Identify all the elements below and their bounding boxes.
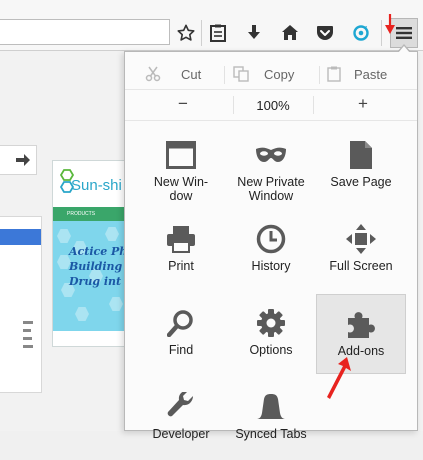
paste-button[interactable]: Paste bbox=[321, 60, 417, 88]
tile-banner: Actice Ph Building Drug int bbox=[53, 221, 133, 331]
banner-line-2: Building bbox=[69, 260, 123, 273]
full-screen-button[interactable]: Full Screen bbox=[317, 214, 405, 292]
find-magnifier-icon bbox=[167, 310, 193, 337]
synced-tabs-button[interactable]: Synced Tabs bbox=[227, 382, 315, 460]
options-label: Options bbox=[249, 343, 293, 357]
zoom-controls: − 100% + bbox=[125, 89, 417, 121]
forward-button[interactable] bbox=[0, 145, 37, 175]
copy-label: Copy bbox=[264, 67, 295, 82]
paste-clipboard-icon bbox=[327, 66, 341, 82]
banner-line-1: Actice Ph bbox=[69, 245, 128, 258]
cut-button[interactable]: Cut bbox=[125, 60, 221, 88]
thumbnail-tile[interactable] bbox=[0, 216, 42, 393]
edit-controls: Cut Copy Paste bbox=[125, 60, 417, 88]
annotation-arrow-icon bbox=[385, 14, 395, 34]
new-private-window-label: New Private Window bbox=[237, 175, 305, 203]
tile-nav-text: PRODUCTS bbox=[67, 211, 96, 217]
developer-label: Developer bbox=[152, 427, 210, 441]
print-button[interactable]: Print bbox=[137, 214, 225, 292]
history-label: History bbox=[251, 259, 291, 273]
full-screen-label: Full Screen bbox=[329, 259, 393, 273]
sync-icon[interactable] bbox=[347, 19, 375, 47]
history-clock-icon bbox=[256, 224, 286, 254]
find-label: Find bbox=[168, 343, 194, 357]
home-icon[interactable] bbox=[276, 19, 304, 47]
zoom-in-button[interactable]: + bbox=[351, 94, 375, 114]
print-label: Print bbox=[168, 259, 194, 273]
new-window-label: New Win- dow bbox=[153, 175, 209, 203]
annotation-arrow-icon bbox=[327, 357, 351, 399]
scissors-icon bbox=[145, 66, 161, 82]
developer-wrench-icon bbox=[167, 392, 193, 417]
synced-tabs-icon bbox=[256, 394, 286, 419]
developer-button[interactable]: Developer bbox=[137, 382, 225, 460]
history-button[interactable]: History bbox=[227, 214, 315, 292]
addons-puzzle-icon bbox=[348, 312, 375, 338]
options-button[interactable]: Options bbox=[227, 298, 315, 376]
cut-label: Cut bbox=[181, 67, 202, 82]
find-button[interactable]: Find bbox=[137, 298, 225, 376]
arrow-right-icon bbox=[16, 154, 30, 166]
banner-line-3: Drug int bbox=[69, 275, 122, 288]
save-page-label: Save Page bbox=[330, 175, 392, 189]
new-window-icon bbox=[166, 141, 196, 169]
zoom-reset-button[interactable]: 100% bbox=[235, 98, 311, 113]
paste-label: Paste bbox=[354, 67, 388, 82]
thumbnail-tile-sunshine[interactable]: Sun-shi PRODUCTS Actice Ph Building Drug… bbox=[52, 160, 134, 347]
print-icon bbox=[167, 226, 195, 253]
synced-tabs-label: Synced Tabs bbox=[235, 427, 307, 441]
reading-list-icon[interactable] bbox=[204, 19, 232, 47]
save-page-icon bbox=[350, 141, 372, 169]
download-icon[interactable] bbox=[240, 19, 268, 47]
menu-icon bbox=[396, 27, 412, 39]
browser-toolbar bbox=[0, 0, 423, 51]
save-page-button[interactable]: Save Page bbox=[317, 130, 405, 208]
hamburger-menu-panel: Cut Copy Paste − 100% + New Win- dow New… bbox=[124, 51, 418, 441]
options-gear-icon bbox=[257, 309, 285, 337]
copy-icon bbox=[233, 66, 249, 82]
url-bar[interactable] bbox=[0, 19, 170, 45]
private-mask-icon bbox=[256, 147, 286, 162]
star-icon[interactable] bbox=[172, 19, 200, 47]
tile-nav-bar: PRODUCTS bbox=[53, 207, 133, 221]
zoom-out-button[interactable]: − bbox=[171, 94, 195, 114]
tile-logo-text: Sun-shi bbox=[71, 177, 122, 194]
new-window-button[interactable]: New Win- dow bbox=[137, 130, 225, 208]
fullscreen-icon bbox=[346, 224, 376, 254]
copy-button[interactable]: Copy bbox=[227, 60, 319, 88]
new-private-window-button[interactable]: New Private Window bbox=[227, 130, 315, 208]
pocket-icon[interactable] bbox=[311, 19, 339, 47]
